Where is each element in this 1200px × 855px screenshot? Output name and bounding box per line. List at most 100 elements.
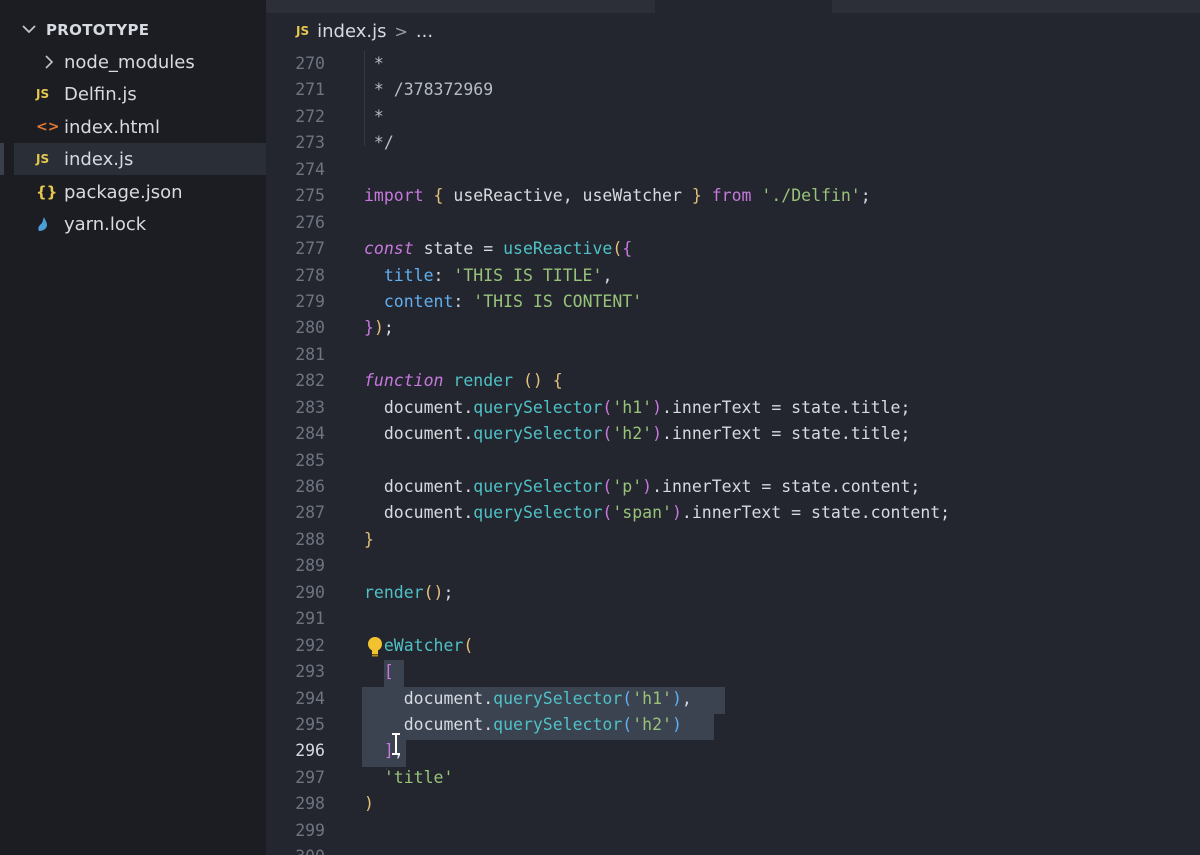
breadcrumb-separator: > xyxy=(394,21,408,41)
line-number: 271 xyxy=(295,80,325,100)
html-file-icon: <> xyxy=(36,119,60,135)
code-line[interactable]: 300 xyxy=(266,844,1200,855)
line-number: 289 xyxy=(295,556,325,576)
code-token: useReactive xyxy=(503,239,613,259)
line-text: function render () { xyxy=(364,368,563,394)
code-token: ( xyxy=(602,397,613,417)
js-file-icon: JS xyxy=(36,152,50,166)
code-line[interactable]: 292 eWatcher( xyxy=(266,633,1200,659)
code-token: ( xyxy=(622,714,633,734)
code-line[interactable]: 297 'title' xyxy=(266,765,1200,791)
code-token: 'h1' xyxy=(612,397,653,417)
line-number: 273 xyxy=(295,133,325,153)
code-line[interactable]: 277 const state = useReactive({ xyxy=(266,236,1200,262)
code-token: ; xyxy=(383,318,394,338)
code-token: () xyxy=(423,582,444,602)
line-text: content: 'THIS IS CONTENT' xyxy=(364,289,642,315)
file-tree-item[interactable]: yarn.lock xyxy=(14,208,266,240)
code-token: document. xyxy=(364,477,474,496)
code-token: 'span' xyxy=(612,503,672,523)
lightbulb-icon[interactable] xyxy=(366,636,384,658)
code-token: useReactive, useWatcher xyxy=(443,186,692,206)
code-token: document. xyxy=(364,397,474,417)
line-number: 296 xyxy=(295,741,325,761)
code-line[interactable]: 280}); xyxy=(266,315,1200,341)
file-tree-item[interactable]: node_modules xyxy=(14,46,266,78)
code-line[interactable]: 272 * xyxy=(266,104,1200,130)
code-token: querySelector xyxy=(473,424,603,444)
line-number: 283 xyxy=(295,397,325,417)
code-token: ; xyxy=(860,186,871,206)
code-line[interactable]: 298) xyxy=(266,791,1200,817)
code-line[interactable]: 282 function render () { xyxy=(266,368,1200,394)
code-line[interactable]: 281 xyxy=(266,342,1200,368)
code-line[interactable]: 287 document.querySelector('span').inner… xyxy=(266,500,1200,526)
code-token: , xyxy=(602,265,613,285)
code-line[interactable]: 293 [ xyxy=(266,659,1200,685)
code-line[interactable]: 291 xyxy=(266,606,1200,632)
code-token: from xyxy=(711,186,752,206)
code-token: .innerText = state.title; xyxy=(662,397,911,417)
line-number: 297 xyxy=(295,767,325,787)
line-text: * /378372969 xyxy=(364,77,493,103)
code-line[interactable]: 296 ], xyxy=(266,738,1200,764)
code-token: ( xyxy=(602,424,613,444)
code-line[interactable]: 299 xyxy=(266,818,1200,844)
chevron-down-icon[interactable] xyxy=(22,23,40,38)
breadcrumb-more[interactable]: ... xyxy=(416,21,433,42)
line-number: 294 xyxy=(295,688,325,708)
file-tree-item[interactable]: <> index.html xyxy=(14,111,266,143)
code-token: () xyxy=(522,371,543,391)
code-token: .innerText = state.content; xyxy=(681,503,951,523)
file-tree-item[interactable]: JS Delfin.js xyxy=(14,78,266,110)
code-line[interactable]: 279 content: 'THIS IS CONTENT' xyxy=(266,289,1200,315)
code-token: const xyxy=(364,239,414,259)
js-file-icon: JS xyxy=(296,24,310,38)
code-token: ) xyxy=(373,318,384,338)
code-line[interactable]: 295 document.querySelector('h2') xyxy=(266,712,1200,738)
code-line[interactable]: 294 document.querySelector('h1'), xyxy=(266,686,1200,712)
file-tree-item[interactable]: JS index.js xyxy=(14,143,266,175)
line-text: title: 'THIS IS TITLE', xyxy=(364,263,613,289)
line-text: document.querySelector('h1').innerText =… xyxy=(364,395,911,421)
explorer-section-header[interactable]: PROTOTYPE xyxy=(0,16,266,44)
code-line[interactable]: 273 */ xyxy=(266,130,1200,156)
code-line[interactable]: 275 import { useReactive, useWatcher } fr… xyxy=(266,183,1200,209)
code-line[interactable]: 288} xyxy=(266,527,1200,553)
code-line[interactable]: 289 xyxy=(266,553,1200,579)
code-token: ) xyxy=(364,794,374,814)
json-file-icon: {} xyxy=(36,183,58,201)
code-editor[interactable]: 270 * 271 * /378372969 272 * 273 */274 275 im… xyxy=(266,51,1200,855)
line-number: 280 xyxy=(295,318,325,338)
code-line[interactable]: 285 xyxy=(266,448,1200,474)
code-line[interactable]: 290 render(); xyxy=(266,580,1200,606)
code-token: } xyxy=(364,529,374,549)
line-number: 290 xyxy=(295,582,325,602)
code-line[interactable]: 274 xyxy=(266,157,1200,183)
code-line[interactable]: 270 * xyxy=(266,51,1200,77)
file-tree-item-label: yarn.lock xyxy=(64,213,147,235)
line-number: 288 xyxy=(295,529,325,549)
line-number: 275 xyxy=(295,186,325,206)
file-tree-item-label: index.html xyxy=(64,116,160,138)
file-tree-item[interactable]: {} package.json xyxy=(14,176,266,208)
code-line[interactable]: 286 document.querySelector('p').innerTex… xyxy=(266,474,1200,500)
code-line[interactable]: 278 title: 'THIS IS TITLE', xyxy=(266,263,1200,289)
breadcrumb-file[interactable]: index.js xyxy=(317,21,386,42)
code-line[interactable]: 284 document.querySelector('h2').innerTe… xyxy=(266,421,1200,447)
line-number: 299 xyxy=(295,820,325,840)
yarn-file-icon xyxy=(36,216,64,232)
line-text: document.querySelector('p').innerText = … xyxy=(364,474,920,500)
line-number: 281 xyxy=(295,344,325,364)
code-line[interactable]: 283 document.querySelector('h1').innerTe… xyxy=(266,395,1200,421)
code-line[interactable]: 271 * /378372969 xyxy=(266,77,1200,103)
code-token: : xyxy=(433,265,454,285)
code-line[interactable]: 276 xyxy=(266,210,1200,236)
code-token: .innerText = state.title; xyxy=(662,424,911,444)
code-token: ( xyxy=(463,635,474,655)
